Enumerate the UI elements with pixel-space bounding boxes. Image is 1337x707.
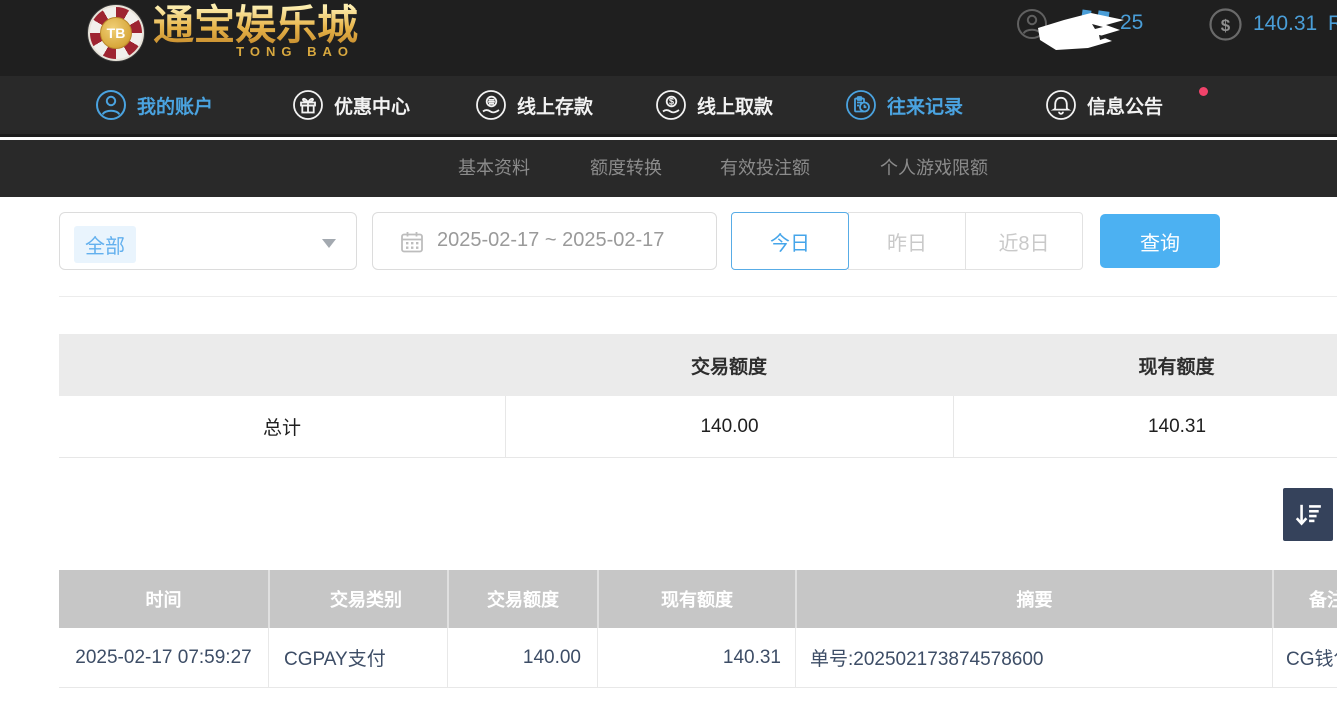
records-table-header: 时间 交易类别 交易额度 现有额度 摘要 备注 bbox=[59, 570, 1337, 628]
bell-icon bbox=[1045, 89, 1077, 121]
quick-range-last8days[interactable]: 近8日 bbox=[965, 212, 1083, 270]
subnav-item-credit-transfer[interactable]: 额度转换 bbox=[590, 140, 662, 197]
summary-header-transaction-amount: 交易额度 bbox=[505, 334, 953, 396]
top-header: TB 通宝娱乐城 TONG BAO 25 $ 140.31 R bbox=[0, 0, 1337, 76]
records-icon bbox=[845, 89, 877, 121]
svg-text:$: $ bbox=[1221, 16, 1231, 35]
calendar-icon bbox=[400, 230, 424, 254]
balance-amount: 140.31 bbox=[1253, 12, 1317, 36]
notification-dot-badge bbox=[1199, 87, 1208, 96]
records-header-summary: 摘要 bbox=[795, 570, 1272, 628]
summary-table: 交易额度 现有额度 总计 140.00 140.31 bbox=[59, 334, 1337, 458]
poker-chip-icon: TB bbox=[88, 5, 144, 61]
nav-label: 线上存款 bbox=[517, 92, 593, 119]
record-summary: 单号:202502173874578600 bbox=[795, 628, 1272, 687]
date-range-value: 2025-02-17 ~ 2025-02-17 bbox=[437, 229, 664, 252]
transaction-type-select[interactable]: 全部 bbox=[59, 212, 357, 270]
quick-range-yesterday[interactable]: 昨日 bbox=[848, 212, 966, 270]
date-range-input[interactable]: 2025-02-17 ~ 2025-02-17 bbox=[372, 212, 717, 270]
nav-label: 线上取款 bbox=[697, 92, 773, 119]
deposit-icon bbox=[475, 89, 507, 121]
caret-down-icon bbox=[322, 239, 336, 248]
subnav-item-game-limits[interactable]: 个人游戏限额 bbox=[880, 140, 988, 197]
nav-item-my-account[interactable]: 我的账户 bbox=[95, 76, 213, 134]
nav-label: 信息公告 bbox=[1087, 92, 1163, 119]
sort-button[interactable] bbox=[1283, 488, 1333, 541]
nav-label: 优惠中心 bbox=[334, 92, 410, 119]
records-header-balance: 现有额度 bbox=[597, 570, 795, 628]
records-header-type: 交易类别 bbox=[268, 570, 447, 628]
nav-label: 我的账户 bbox=[137, 92, 213, 119]
summary-header-current-balance: 现有额度 bbox=[953, 334, 1337, 396]
table-row: 2025-02-17 07:59:27 CGPAY支付 140.00 140.3… bbox=[59, 628, 1337, 688]
subnav-item-valid-bets[interactable]: 有效投注额 bbox=[720, 140, 810, 197]
sort-descending-icon bbox=[1293, 500, 1323, 530]
dollar-circle-icon: $ bbox=[1208, 7, 1243, 42]
gift-icon bbox=[292, 89, 324, 121]
query-button[interactable]: 查询 bbox=[1100, 214, 1220, 268]
summary-current-balance: 140.31 bbox=[953, 396, 1337, 457]
quick-range-group: 今日 昨日 近8日 bbox=[731, 212, 1083, 270]
summary-table-header: 交易额度 现有额度 bbox=[59, 334, 1337, 396]
summary-total-label: 总计 bbox=[59, 396, 505, 457]
username-redaction-scribble bbox=[1036, 6, 1128, 54]
section-divider bbox=[59, 296, 1337, 297]
selected-type-chip: 全部 bbox=[74, 226, 136, 263]
sub-navigation: 基本资料 额度转换 有效投注额 个人游戏限额 bbox=[0, 140, 1337, 197]
nav-item-promotions[interactable]: 优惠中心 bbox=[292, 76, 410, 134]
brand-chip-label: TB bbox=[107, 25, 126, 41]
records-header-remark: 备注 bbox=[1272, 570, 1337, 628]
brand-text: 通宝娱乐城 TONG BAO bbox=[153, 2, 358, 59]
records-header-amount: 交易额度 bbox=[447, 570, 597, 628]
nav-item-online-deposit[interactable]: 线上存款 bbox=[475, 76, 593, 134]
summary-total-row: 总计 140.00 140.31 bbox=[59, 396, 1337, 458]
records-table: 时间 交易类别 交易额度 现有额度 摘要 备注 2025-02-17 07:59… bbox=[59, 570, 1337, 688]
quick-range-today[interactable]: 今日 bbox=[731, 212, 849, 270]
nav-label: 往来记录 bbox=[887, 92, 963, 119]
record-type: CGPAY支付 bbox=[268, 628, 447, 687]
records-header-time: 时间 bbox=[59, 570, 268, 628]
record-time: 2025-02-17 07:59:27 bbox=[59, 628, 268, 687]
record-amount: 140.00 bbox=[447, 628, 597, 687]
account-icon bbox=[95, 89, 127, 121]
summary-header-empty bbox=[59, 334, 505, 396]
main-navigation: 我的账户 优惠中心 线上存款 $ 线上取款 bbox=[0, 76, 1337, 137]
withdraw-icon: $ bbox=[655, 89, 687, 121]
record-remark: CG钱包 bbox=[1272, 628, 1337, 687]
record-balance: 140.31 bbox=[597, 628, 795, 687]
nav-item-online-withdrawal[interactable]: $ 线上取款 bbox=[655, 76, 773, 134]
nav-item-announcements[interactable]: 信息公告 bbox=[1045, 76, 1163, 134]
nav-item-transaction-records[interactable]: 往来记录 bbox=[845, 76, 963, 134]
poker-chip-core: TB bbox=[100, 17, 132, 49]
subnav-item-basic-info[interactable]: 基本资料 bbox=[458, 140, 530, 197]
brand-logo[interactable]: TB 通宝娱乐城 TONG BAO bbox=[88, 2, 358, 61]
svg-text:$: $ bbox=[669, 97, 674, 107]
brand-title: 通宝娱乐城 bbox=[153, 2, 358, 48]
summary-transaction-amount: 140.00 bbox=[505, 396, 953, 457]
balance-currency: R bbox=[1328, 12, 1337, 36]
